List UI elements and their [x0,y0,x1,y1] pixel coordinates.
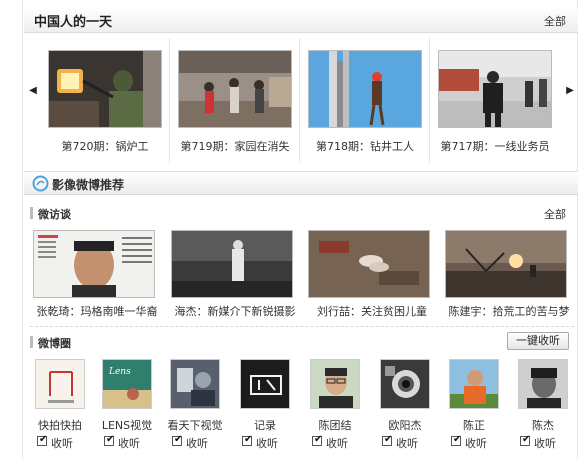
follow-label[interactable]: 收听 [396,435,418,451]
account-avatar[interactable] [518,359,568,409]
weibo-account[interactable]: 陈团结 ✔ 收听 [304,359,370,457]
title-bar-marker [30,336,33,348]
interview-photo[interactable] [308,230,430,298]
interview-item[interactable]: 海杰：新媒介下新锐摄影 [171,230,299,320]
follow-label[interactable]: 收听 [326,435,348,451]
weibo-account[interactable]: 看天下视觉 ✔ 收听 [164,359,230,457]
follow-checkbox[interactable]: ✔ 收听 [37,434,93,451]
account-avatar[interactable] [449,359,499,409]
follow-checkbox[interactable]: ✔ 收听 [312,434,368,451]
divider [30,326,574,327]
weibo-account[interactable]: Lens LENS视觉 ✔ 收听 [96,359,162,457]
weibo-account[interactable]: 陈杰 ✔ 收听 [512,359,578,457]
follow-checkbox[interactable]: ✔ 收听 [172,434,228,451]
boiler-worker-photo[interactable] [48,50,162,128]
item-caption[interactable]: 第718期：钻井工人 [302,138,428,154]
account-avatar[interactable]: Lens [102,359,152,409]
account-avatar[interactable] [170,359,220,409]
checkbox[interactable]: ✔ [242,434,253,446]
follow-all-button[interactable]: 一键收听 [507,332,569,350]
item-caption[interactable]: 第719期：家园在消失 [172,138,298,154]
weibo-account[interactable]: 欧阳杰 ✔ 收听 [374,359,440,457]
check-icon: ✔ [106,434,115,445]
interview-item[interactable]: 张乾琦：玛格南唯一华裔 [33,230,161,320]
weibo-circle-title: 微博圈 [38,337,71,350]
weibo-circle-header: 微博圈 [30,333,576,351]
interview-item[interactable]: 刘行喆：关注贫困儿童 [308,230,436,320]
account-name[interactable]: 看天下视觉 [164,417,226,433]
account-name[interactable]: 快拍快拍 [29,417,91,433]
account-avatar[interactable] [240,359,290,409]
account-name[interactable]: 陈杰 [512,417,574,433]
follow-checkbox[interactable]: ✔ 收听 [104,434,160,451]
photo-carousel: ◀ ▶ 第720期：锅炉工 第719期：家园在消失 第718期：钻井工人 第71… [24,38,578,163]
interviews-title: 微访谈 [38,208,71,221]
checkbox[interactable]: ✔ [451,434,462,446]
follow-label[interactable]: 收听 [465,435,487,451]
section-title: 中国人的一天 [34,15,113,30]
interview-caption[interactable]: 张乾琦：玛格南唯一华裔 [33,303,161,319]
checkbox[interactable]: ✔ [172,434,183,446]
carousel-prev-arrow-icon[interactable]: ◀ [28,76,38,106]
carousel-item[interactable]: 第718期：钻井工人 [302,38,430,163]
interview-caption[interactable]: 海杰：新媒介下新锐摄影 [171,303,299,319]
title-bar-marker [30,207,33,219]
weibo-account[interactable]: 记录 ✔ 收听 [234,359,300,457]
account-avatar[interactable] [35,359,85,409]
interview-photo[interactable] [171,230,293,298]
follow-checkbox[interactable]: ✔ 收听 [451,434,507,451]
follow-label[interactable]: 收听 [186,435,208,451]
checkbox[interactable]: ✔ [382,434,393,446]
interview-caption[interactable]: 刘行喆：关注贫困儿童 [308,303,436,319]
account-name[interactable]: LENS视觉 [96,417,158,433]
account-name[interactable]: 记录 [234,417,296,433]
follow-checkbox[interactable]: ✔ 收听 [382,434,438,451]
checkbox[interactable]: ✔ [37,434,48,446]
view-all-link[interactable]: 全部 [544,206,566,222]
carousel-item[interactable]: 第719期：家园在消失 [172,38,300,163]
account-name[interactable]: 欧阳杰 [374,417,436,433]
interview-caption[interactable]: 陈建宇：拾荒工的苦与梦 [445,303,573,319]
interview-photo[interactable] [445,230,567,298]
carousel-item[interactable]: 第717期：一线业务员 [432,38,560,163]
carousel-item[interactable]: 第720期：锅炉工 [42,38,170,163]
check-icon: ✔ [39,434,48,445]
follow-checkbox[interactable]: ✔ 收听 [520,434,576,451]
follow-label[interactable]: 收听 [256,435,278,451]
check-icon: ✔ [453,434,462,445]
vanishing-home-photo[interactable] [178,50,292,128]
svg-text:Lens: Lens [108,367,131,377]
interview-photo[interactable] [33,230,155,298]
account-name[interactable]: 陈正 [443,417,505,433]
follow-label[interactable]: 收听 [118,435,140,451]
item-caption[interactable]: 第717期：一线业务员 [432,138,558,154]
checkbox[interactable]: ✔ [520,434,531,446]
weibo-account[interactable]: 快拍快拍 ✔ 收听 [29,359,95,457]
follow-label[interactable]: 收听 [534,435,556,451]
check-icon: ✔ [384,434,393,445]
section-header-photo-weibo: 影像微博推荐 [24,171,578,195]
drilling-worker-photo[interactable] [308,50,422,128]
section-header-daily-life: 中国人的一天 全部 [24,7,578,33]
weibo-icon [32,175,49,192]
view-all-link[interactable]: 全部 [544,13,566,29]
salesperson-photo[interactable] [438,50,552,128]
interviews-header: 微访谈 全部 [30,204,576,222]
account-avatar[interactable] [310,359,360,409]
follow-label[interactable]: 收听 [51,435,73,451]
account-avatar[interactable] [380,359,430,409]
section-title: 影像微博推荐 [52,178,125,192]
account-name[interactable]: 陈团结 [304,417,366,433]
item-caption[interactable]: 第720期：锅炉工 [42,138,168,154]
follow-checkbox[interactable]: ✔ 收听 [242,434,298,451]
check-icon: ✔ [522,434,531,445]
carousel-next-arrow-icon[interactable]: ▶ [565,76,575,106]
checkbox[interactable]: ✔ [312,434,323,446]
check-icon: ✔ [244,434,253,445]
check-icon: ✔ [174,434,183,445]
checkbox[interactable]: ✔ [104,434,115,446]
weibo-account[interactable]: 陈正 ✔ 收听 [443,359,509,457]
check-icon: ✔ [314,434,323,445]
interview-item[interactable]: 陈建宇：拾荒工的苦与梦 [445,230,573,320]
